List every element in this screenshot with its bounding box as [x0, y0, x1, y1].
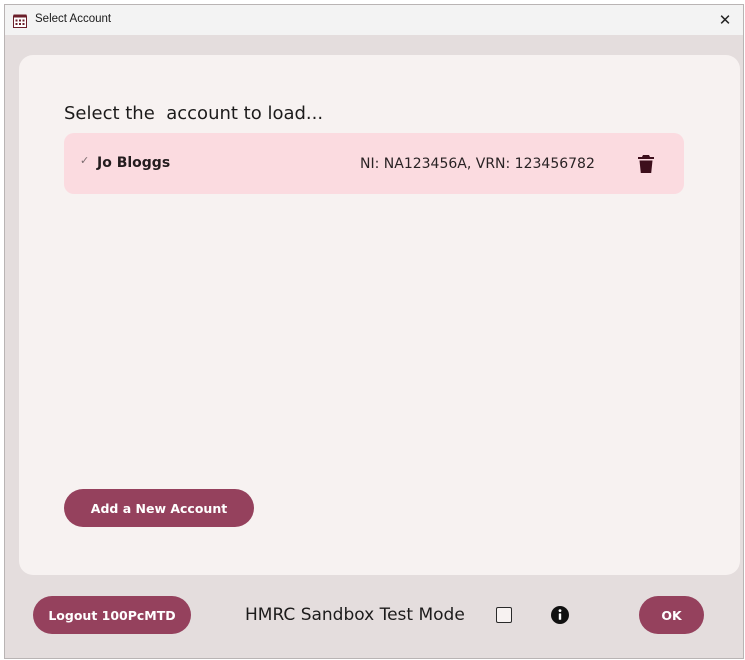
ok-button[interactable]: OK: [639, 596, 704, 634]
close-button[interactable]: ✕: [707, 5, 743, 35]
account-identifiers: NI: NA123456A, VRN: 123456782: [360, 156, 595, 172]
sandbox-mode-label: HMRC Sandbox Test Mode: [245, 605, 465, 625]
account-name: Jo Bloggs: [97, 155, 171, 171]
close-icon: ✕: [718, 11, 732, 29]
info-icon[interactable]: [550, 605, 570, 625]
select-account-window: Select Account ✕ Select the account to l…: [4, 4, 744, 659]
logout-button[interactable]: Logout 100PcMTD: [33, 596, 191, 634]
panel-heading: Select the account to load...: [64, 103, 324, 124]
check-icon: ✓: [80, 154, 90, 167]
trash-icon[interactable]: [634, 152, 658, 176]
account-panel: Select the account to load... ✓ Jo Blogg…: [19, 55, 740, 575]
sandbox-mode-checkbox[interactable]: [496, 607, 512, 623]
title-bar: Select Account ✕: [5, 5, 743, 35]
window-title: Select Account: [35, 13, 112, 25]
app-icon: [13, 13, 27, 28]
add-account-button[interactable]: Add a New Account: [64, 489, 254, 527]
account-row-jo-bloggs[interactable]: ✓ Jo Bloggs NI: NA123456A, VRN: 12345678…: [64, 133, 684, 194]
